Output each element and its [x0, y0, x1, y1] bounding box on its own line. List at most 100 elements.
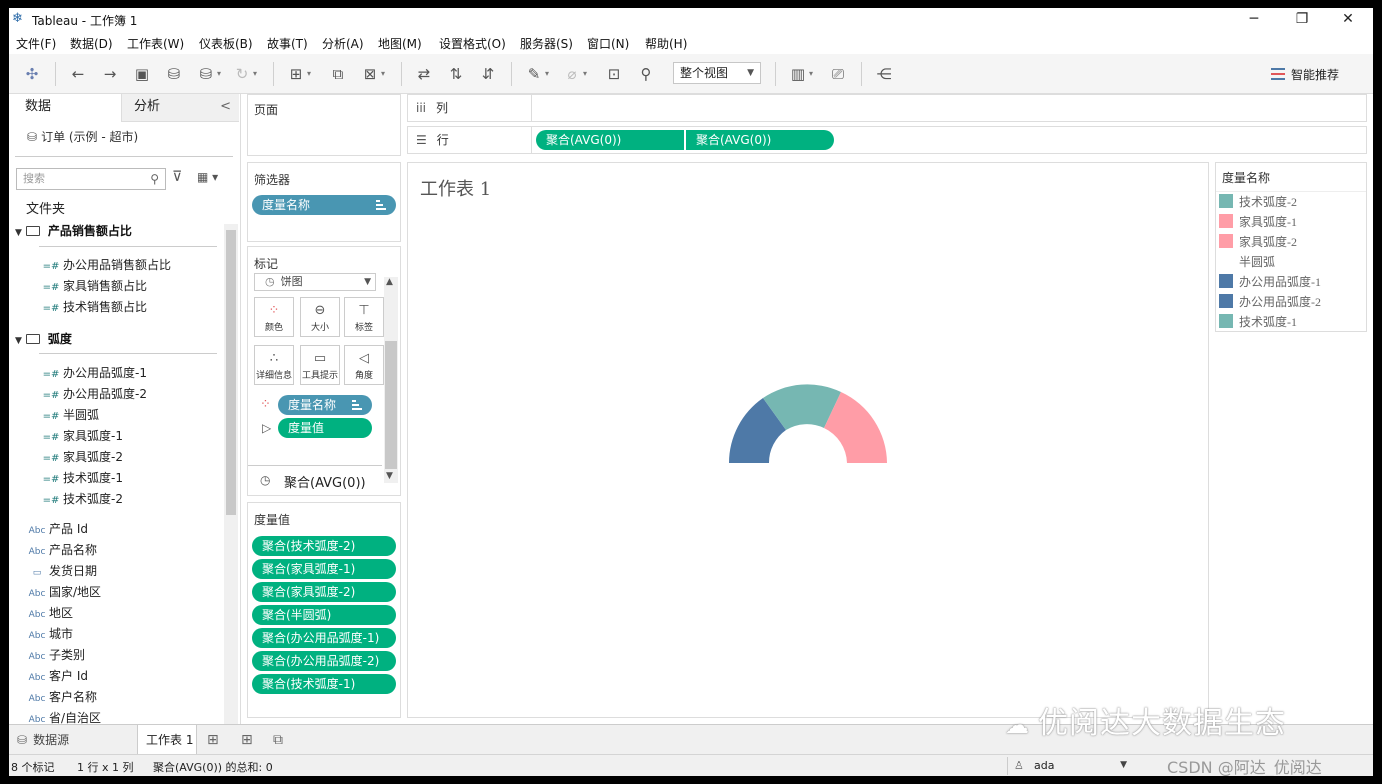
color-legend[interactable]: 度量名称 技术弧度-2 家具弧度-1 家具弧度-2 半圆弧 办公用品弧度-1 办… — [1215, 162, 1367, 332]
sort-descending-icon[interactable]: ⇵ — [477, 64, 499, 84]
angle-button[interactable]: ◁ 角度 — [344, 345, 384, 385]
detail-button[interactable]: ∴ 详细信息 — [254, 345, 294, 385]
field-item[interactable]: =# 家具销售额占比 — [39, 276, 147, 297]
field-item[interactable]: =# 办公用品弧度-1 — [39, 363, 147, 384]
close-button[interactable]: ✕ — [1325, 8, 1371, 30]
filters-card[interactable]: 筛选器 度量名称 — [247, 162, 401, 242]
menu-dashboard[interactable]: 仪表板(B) — [199, 35, 253, 52]
measure-value-pill[interactable]: 聚合(技术弧度-2) — [252, 536, 396, 556]
menu-worksheet[interactable]: 工作表(W) — [127, 35, 184, 52]
new-worksheet-icon[interactable]: ⊞ — [285, 64, 307, 84]
smart-recommend-button[interactable]: 智能推荐 — [1271, 66, 1339, 83]
presentation-mode-icon[interactable]: ⎚ — [827, 64, 849, 84]
legend-item[interactable]: 家具弧度-1 — [1219, 212, 1297, 232]
tab-sheet-1[interactable]: 工作表 1 — [137, 725, 197, 755]
new-dashboard-icon[interactable]: ⊞ — [241, 725, 253, 755]
minimize-button[interactable]: ─ — [1231, 8, 1277, 30]
field-item[interactable]: =# 家具弧度-2 — [39, 447, 123, 468]
share-icon[interactable]: ⋲ — [873, 64, 895, 84]
collapse-pane-icon[interactable]: < — [220, 94, 231, 120]
aggregate-row-label[interactable]: 聚合(AVG(0)) — [284, 472, 366, 491]
redo-icon[interactable]: → — [99, 64, 121, 84]
measure-value-pill[interactable]: 聚合(技术弧度-1) — [252, 674, 396, 694]
group-members-icon[interactable]: ⌀ — [561, 64, 583, 84]
dimension-item[interactable]: Abc 国家/地区 — [25, 582, 101, 603]
user-menu[interactable]: ♙ ada ▼ — [1007, 757, 1133, 775]
dimension-item[interactable]: Abc 产品 Id — [25, 519, 88, 540]
columns-shelf[interactable]: iii 列 — [407, 94, 1367, 122]
dimension-item[interactable]: Abc 子类别 — [25, 645, 85, 666]
tableau-start-icon[interactable]: ✣ — [21, 64, 43, 84]
label-button[interactable]: ⊤ 标签 — [344, 297, 384, 337]
scrollbar-thumb[interactable] — [226, 230, 236, 515]
row-pill[interactable]: 聚合(AVG(0)) — [686, 130, 834, 150]
sort-ascending-icon[interactable]: ⇅ — [445, 64, 467, 84]
measure-value-pill[interactable]: 聚合(办公用品弧度-2) — [252, 651, 396, 671]
tab-data[interactable]: 数据 — [9, 94, 121, 122]
mark-type-dropdown[interactable]: ◷ 饼图 ▼ — [254, 273, 376, 291]
row-pill[interactable]: 聚合(AVG(0)) — [536, 130, 684, 150]
color-pill[interactable]: 度量名称 — [278, 395, 372, 415]
measure-value-pill[interactable]: 聚合(家具弧度-1) — [252, 559, 396, 579]
undo-icon[interactable]: ← — [67, 64, 89, 84]
datasource-item[interactable]: ⛁ 订单 (示例 - 超市) — [27, 128, 138, 145]
rows-shelf[interactable]: ☰ 行 聚合(AVG(0)) 聚合(AVG(0)) — [407, 126, 1367, 154]
view-options-icon[interactable]: ▦ ▾ — [197, 170, 218, 184]
menu-server[interactable]: 服务器(S) — [520, 35, 573, 52]
menu-help[interactable]: 帮助(H) — [645, 35, 687, 52]
swap-rows-cols-icon[interactable]: ⇄ — [413, 64, 435, 84]
dimension-item[interactable]: Abc 城市 — [25, 624, 73, 645]
field-item[interactable]: =# 办公用品销售额占比 — [39, 255, 171, 276]
measure-value-pill[interactable]: 聚合(半圆弧) — [252, 605, 396, 625]
legend-item[interactable]: 家具弧度-2 — [1219, 232, 1297, 252]
menu-map[interactable]: 地图(M) — [378, 35, 422, 52]
dimension-item[interactable]: Abc 地区 — [25, 603, 73, 624]
highlight-icon[interactable]: ✎ — [523, 64, 545, 84]
size-button[interactable]: ⊖ 大小 — [300, 297, 340, 337]
field-item[interactable]: =# 技术弧度-2 — [39, 489, 123, 510]
maximize-button[interactable]: ❐ — [1279, 8, 1325, 30]
legend-item[interactable]: 办公用品弧度-2 — [1219, 292, 1321, 312]
clear-sheet-icon[interactable]: ⊠ — [359, 64, 381, 84]
tooltip-button[interactable]: ▭ 工具提示 — [300, 345, 340, 385]
folder-sales-share[interactable]: ▼ 产品销售额占比 — [15, 222, 132, 239]
menu-analysis[interactable]: 分析(A) — [322, 35, 364, 52]
show-labels-icon[interactable]: ⊡ — [603, 64, 625, 84]
folder-arcs[interactable]: ▼ 弧度 — [15, 330, 72, 347]
search-input[interactable]: 搜索 ⚲ — [16, 168, 166, 190]
menu-file[interactable]: 文件(F) — [16, 35, 56, 52]
tab-analysis[interactable]: 分析 < — [121, 94, 239, 122]
field-item[interactable]: =# 半圆弧 — [39, 405, 99, 426]
dimension-item[interactable]: Abc 客户名称 — [25, 687, 97, 708]
menu-data[interactable]: 数据(D) — [70, 35, 113, 52]
field-item[interactable]: =# 办公用品弧度-2 — [39, 384, 147, 405]
pause-updates-icon[interactable]: ⛁ — [195, 64, 217, 84]
dimension-item[interactable]: Abc 客户 Id — [25, 666, 88, 687]
fix-axes-icon[interactable]: ⚲ — [635, 64, 657, 84]
refresh-icon[interactable]: ↻ — [231, 64, 253, 84]
angle-pill[interactable]: 度量值 — [278, 418, 372, 438]
legend-item[interactable]: 技术弧度-1 — [1219, 312, 1297, 332]
marks-scrollbar[interactable]: ▲ ▼ — [384, 277, 398, 483]
legend-item[interactable]: 技术弧度-2 — [1219, 192, 1297, 212]
dimension-item[interactable]: ▭ 发货日期 — [25, 561, 97, 582]
field-item[interactable]: =# 技术弧度-1 — [39, 468, 123, 489]
save-icon[interactable]: ▣ — [131, 64, 153, 84]
dimension-item[interactable]: Abc 产品名称 — [25, 540, 97, 561]
legend-item[interactable]: 半圆弧 — [1219, 252, 1275, 272]
field-item[interactable]: =# 技术销售额占比 — [39, 297, 147, 318]
new-datasource-icon[interactable]: ⛁ — [163, 64, 185, 84]
measure-value-pill[interactable]: 聚合(家具弧度-2) — [252, 582, 396, 602]
measure-value-pill[interactable]: 聚合(办公用品弧度-1) — [252, 628, 396, 648]
new-worksheet-icon[interactable]: ⊞ — [207, 725, 219, 755]
menu-story[interactable]: 故事(T) — [267, 35, 308, 52]
menu-format[interactable]: 设置格式(O) — [439, 35, 506, 52]
show-cards-icon[interactable]: ▥ — [787, 64, 809, 84]
legend-item[interactable]: 办公用品弧度-1 — [1219, 272, 1321, 292]
scrollbar-thumb[interactable] — [385, 341, 397, 469]
fit-view-dropdown[interactable]: 整个视图 ▼ — [673, 62, 761, 84]
tab-datasource[interactable]: ⛁ 数据源 — [17, 725, 69, 755]
color-button[interactable]: ⁘ 颜色 — [254, 297, 294, 337]
menu-window[interactable]: 窗口(N) — [587, 35, 629, 52]
pages-card[interactable]: 页面 — [247, 94, 401, 156]
